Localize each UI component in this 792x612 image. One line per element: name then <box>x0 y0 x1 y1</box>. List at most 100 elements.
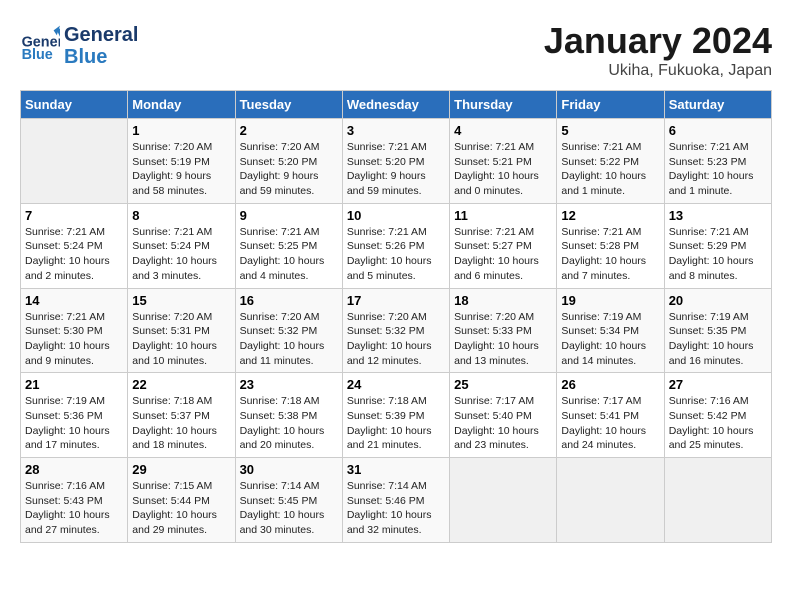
cell-w3-d0: 14 Sunrise: 7:21 AM Sunset: 5:30 PM Dayli… <box>21 288 128 373</box>
day-info-14: Sunrise: 7:21 AM Sunset: 5:30 PM Dayligh… <box>25 310 123 369</box>
day-info-9: Sunrise: 7:21 AM Sunset: 5:25 PM Dayligh… <box>240 225 338 284</box>
cell-w5-d2: 30Sunrise: 7:14 AM Sunset: 5:45 PM Dayli… <box>235 458 342 543</box>
day-number-9: 9 <box>240 208 338 223</box>
day-info-5: Sunrise: 7:21 AM Sunset: 5:22 PM Dayligh… <box>561 140 659 199</box>
header-row: Sunday Monday Tuesday Wednesday Thursday… <box>21 91 772 119</box>
cell-w5-d6 <box>664 458 771 543</box>
logo-general-text: General <box>64 24 138 46</box>
day-number-5: 5 <box>561 123 659 138</box>
day-info-27: Sunrise: 7:16 AM Sunset: 5:42 PM Dayligh… <box>669 394 767 453</box>
day-info-2: Sunrise: 7:20 AM Sunset: 5:20 PM Dayligh… <box>240 140 338 199</box>
day-number-17: 17 <box>347 293 445 308</box>
day-info-18: Sunrise: 7:20 AM Sunset: 5:33 PM Dayligh… <box>454 310 552 369</box>
day-number-23: 23 <box>240 377 338 392</box>
day-number-6: 6 <box>669 123 767 138</box>
week-row-2: 7 Sunrise: 7:21 AM Sunset: 5:24 PM Daylig… <box>21 203 772 288</box>
day-info-1: Sunrise: 7:20 AM Sunset: 5:19 PM Dayligh… <box>132 140 230 199</box>
day-info-23: Sunrise: 7:18 AM Sunset: 5:38 PM Dayligh… <box>240 394 338 453</box>
day-number-13: 13 <box>669 208 767 223</box>
day-number-25: 25 <box>454 377 552 392</box>
cell-w1-d2: 2 Sunrise: 7:20 AM Sunset: 5:20 PM Daylig… <box>235 119 342 204</box>
day-info-8: Sunrise: 7:21 AM Sunset: 5:24 PM Dayligh… <box>132 225 230 284</box>
day-number-7: 7 <box>25 208 123 223</box>
title-section: January 2024 Ukiha, Fukuoka, Japan <box>544 20 772 80</box>
day-info-24: Sunrise: 7:18 AM Sunset: 5:39 PM Dayligh… <box>347 394 445 453</box>
day-info-13: Sunrise: 7:21 AM Sunset: 5:29 PM Dayligh… <box>669 225 767 284</box>
day-info-7: Sunrise: 7:21 AM Sunset: 5:24 PM Dayligh… <box>25 225 123 284</box>
day-number-3: 3 <box>347 123 445 138</box>
logo: General Blue General Blue <box>20 20 138 68</box>
col-sunday: Sunday <box>21 91 128 119</box>
subtitle: Ukiha, Fukuoka, Japan <box>544 62 772 80</box>
cell-w4-d3: 24 Sunrise: 7:18 AM Sunset: 5:39 PM Dayli… <box>342 373 449 458</box>
svg-text:Blue: Blue <box>22 47 53 63</box>
cell-w2-d3: 10 Sunrise: 7:21 AM Sunset: 5:26 PM Dayli… <box>342 203 449 288</box>
day-info-3: Sunrise: 7:21 AM Sunset: 5:20 PM Dayligh… <box>347 140 445 199</box>
cell-w4-d1: 22Sunrise: 7:18 AM Sunset: 5:37 PM Dayli… <box>128 373 235 458</box>
col-monday: Monday <box>128 91 235 119</box>
calendar-body: 1Sunrise: 7:20 AM Sunset: 5:19 PM Daylig… <box>21 119 772 543</box>
day-number-20: 20 <box>669 293 767 308</box>
cell-w5-d0: 28 Sunrise: 7:16 AM Sunset: 5:43 PM Dayli… <box>21 458 128 543</box>
col-wednesday: Wednesday <box>342 91 449 119</box>
cell-w2-d0: 7 Sunrise: 7:21 AM Sunset: 5:24 PM Daylig… <box>21 203 128 288</box>
cell-w3-d5: 19 Sunrise: 7:19 AM Sunset: 5:34 PM Dayli… <box>557 288 664 373</box>
cell-w5-d3: 31 Sunrise: 7:14 AM Sunset: 5:46 PM Dayli… <box>342 458 449 543</box>
day-number-27: 27 <box>669 377 767 392</box>
cell-w3-d3: 17Sunrise: 7:20 AM Sunset: 5:32 PM Dayli… <box>342 288 449 373</box>
day-number-22: 22 <box>132 377 230 392</box>
cell-w5-d5 <box>557 458 664 543</box>
day-number-2: 2 <box>240 123 338 138</box>
calendar-table: Sunday Monday Tuesday Wednesday Thursday… <box>20 90 772 543</box>
day-info-11: Sunrise: 7:21 AM Sunset: 5:27 PM Dayligh… <box>454 225 552 284</box>
day-info-28: Sunrise: 7:16 AM Sunset: 5:43 PM Dayligh… <box>25 479 123 538</box>
day-number-4: 4 <box>454 123 552 138</box>
cell-w1-d1: 1Sunrise: 7:20 AM Sunset: 5:19 PM Daylig… <box>128 119 235 204</box>
cell-w5-d4 <box>450 458 557 543</box>
day-info-4: Sunrise: 7:21 AM Sunset: 5:21 PM Dayligh… <box>454 140 552 199</box>
day-number-26: 26 <box>561 377 659 392</box>
page-header: General Blue General Blue January 2024 U… <box>20 20 772 80</box>
cell-w3-d1: 15 Sunrise: 7:20 AM Sunset: 5:31 PM Dayli… <box>128 288 235 373</box>
day-number-24: 24 <box>347 377 445 392</box>
cell-w2-d4: 11 Sunrise: 7:21 AM Sunset: 5:27 PM Dayli… <box>450 203 557 288</box>
day-number-12: 12 <box>561 208 659 223</box>
day-info-12: Sunrise: 7:21 AM Sunset: 5:28 PM Dayligh… <box>561 225 659 284</box>
day-number-18: 18 <box>454 293 552 308</box>
day-info-10: Sunrise: 7:21 AM Sunset: 5:26 PM Dayligh… <box>347 225 445 284</box>
day-number-29: 29 <box>132 462 230 477</box>
logo-icon: General Blue <box>20 24 60 64</box>
cell-w2-d5: 12 Sunrise: 7:21 AM Sunset: 5:28 PM Dayli… <box>557 203 664 288</box>
day-info-15: Sunrise: 7:20 AM Sunset: 5:31 PM Dayligh… <box>132 310 230 369</box>
cell-w1-d6: 6 Sunrise: 7:21 AM Sunset: 5:23 PM Daylig… <box>664 119 771 204</box>
day-number-14: 14 <box>25 293 123 308</box>
cell-w4-d0: 21Sunrise: 7:19 AM Sunset: 5:36 PM Dayli… <box>21 373 128 458</box>
day-number-16: 16 <box>240 293 338 308</box>
day-info-31: Sunrise: 7:14 AM Sunset: 5:46 PM Dayligh… <box>347 479 445 538</box>
cell-w4-d6: 27 Sunrise: 7:16 AM Sunset: 5:42 PM Dayli… <box>664 373 771 458</box>
day-info-19: Sunrise: 7:19 AM Sunset: 5:34 PM Dayligh… <box>561 310 659 369</box>
day-info-30: Sunrise: 7:14 AM Sunset: 5:45 PM Dayligh… <box>240 479 338 538</box>
day-info-6: Sunrise: 7:21 AM Sunset: 5:23 PM Dayligh… <box>669 140 767 199</box>
day-number-10: 10 <box>347 208 445 223</box>
logo-blue-text: Blue <box>64 46 138 68</box>
day-number-11: 11 <box>454 208 552 223</box>
col-tuesday: Tuesday <box>235 91 342 119</box>
week-row-1: 1Sunrise: 7:20 AM Sunset: 5:19 PM Daylig… <box>21 119 772 204</box>
cell-w2-d6: 13 Sunrise: 7:21 AM Sunset: 5:29 PM Dayli… <box>664 203 771 288</box>
day-info-25: Sunrise: 7:17 AM Sunset: 5:40 PM Dayligh… <box>454 394 552 453</box>
day-number-19: 19 <box>561 293 659 308</box>
cell-w5-d1: 29Sunrise: 7:15 AM Sunset: 5:44 PM Dayli… <box>128 458 235 543</box>
cell-w4-d4: 25 Sunrise: 7:17 AM Sunset: 5:40 PM Dayli… <box>450 373 557 458</box>
week-row-4: 21Sunrise: 7:19 AM Sunset: 5:36 PM Dayli… <box>21 373 772 458</box>
day-info-26: Sunrise: 7:17 AM Sunset: 5:41 PM Dayligh… <box>561 394 659 453</box>
day-info-16: Sunrise: 7:20 AM Sunset: 5:32 PM Dayligh… <box>240 310 338 369</box>
day-number-21: 21 <box>25 377 123 392</box>
cell-w1-d5: 5 Sunrise: 7:21 AM Sunset: 5:22 PM Daylig… <box>557 119 664 204</box>
cell-w4-d2: 23 Sunrise: 7:18 AM Sunset: 5:38 PM Dayli… <box>235 373 342 458</box>
day-number-15: 15 <box>132 293 230 308</box>
cell-w3-d2: 16 Sunrise: 7:20 AM Sunset: 5:32 PM Dayli… <box>235 288 342 373</box>
day-number-28: 28 <box>25 462 123 477</box>
day-number-31: 31 <box>347 462 445 477</box>
day-info-20: Sunrise: 7:19 AM Sunset: 5:35 PM Dayligh… <box>669 310 767 369</box>
